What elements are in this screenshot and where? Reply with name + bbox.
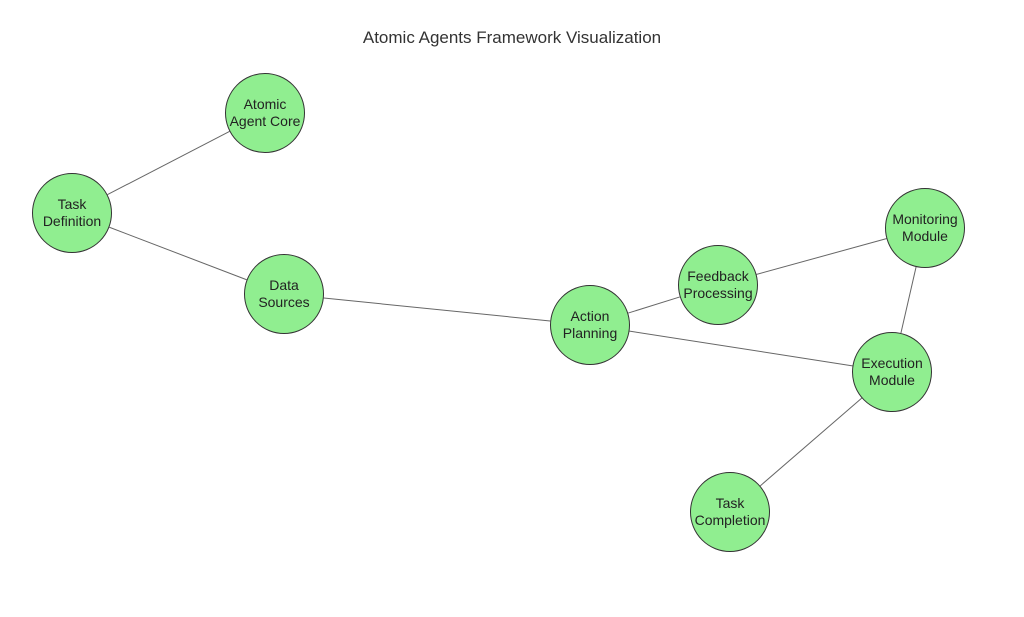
edge-execution-module-to-task-completion <box>760 398 861 486</box>
node-task-completion: Task Completion <box>690 472 770 552</box>
node-action-planning: Action Planning <box>550 285 630 365</box>
edge-task-definition-to-data-sources <box>109 227 246 279</box>
node-execution-module: Execution Module <box>852 332 932 412</box>
edge-data-sources-to-action-planning <box>324 298 550 321</box>
edge-action-planning-to-feedback-processing <box>628 297 680 313</box>
node-feedback-processing: Feedback Processing <box>678 245 758 325</box>
node-data-sources: Data Sources <box>244 254 324 334</box>
edges-layer <box>0 0 1024 617</box>
edge-action-planning-to-execution-module <box>630 331 853 366</box>
node-task-definition: Task Definition <box>32 173 112 253</box>
network-diagram: Atomic Agent Core Task Definition Data Sou… <box>0 0 1024 617</box>
edge-feedback-processing-to-monitoring-module <box>757 239 887 275</box>
edge-atomic-agent-core-to-task-definition <box>108 131 230 194</box>
edge-monitoring-module-to-execution-module <box>901 267 916 333</box>
node-monitoring-module: Monitoring Module <box>885 188 965 268</box>
node-atomic-agent-core: Atomic Agent Core <box>225 73 305 153</box>
